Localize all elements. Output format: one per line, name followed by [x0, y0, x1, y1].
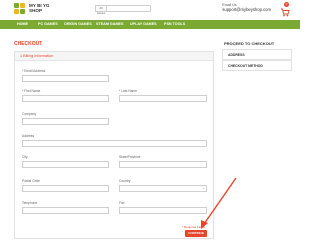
cart-count-badge: 0 — [284, 2, 289, 7]
site-logo[interactable]: MY BI YG SHOP — [14, 3, 60, 17]
nav-psn-tools[interactable]: PSN TOOLS — [164, 20, 185, 29]
email-contact: Email Us support@mybeyshop.com — [222, 3, 271, 12]
main-nav: HOME PC GAMES ORIGIN GAMES STEAM GAMES U… — [0, 20, 300, 29]
required-fields-note: * Required Fields — [182, 225, 206, 229]
email-value[interactable]: support@mybeyshop.com — [222, 7, 271, 12]
fax-label: Fax — [119, 201, 125, 205]
last-name-field[interactable] — [119, 95, 207, 102]
email-field-label: * Email Address — [22, 69, 46, 73]
city-field[interactable] — [22, 161, 109, 168]
country-select[interactable]: ⌄ — [119, 185, 207, 192]
sidebar-item-address[interactable]: ADDRESS — [222, 49, 292, 60]
telephone-field[interactable] — [22, 207, 109, 214]
page-title: CHECKOUT — [14, 41, 43, 47]
nav-home[interactable]: HOME — [17, 20, 28, 29]
state-label: State/Province — [119, 155, 141, 159]
telephone-label: Telephone — [22, 201, 38, 205]
country-label: Country — [119, 179, 131, 183]
logo-text: MY BI YG SHOP — [29, 3, 50, 13]
sidebar-item-label: ADDRESS — [228, 53, 245, 57]
sidebar-title: PROCEED TO CHECKOUT — [224, 41, 275, 46]
search-input[interactable] — [108, 6, 150, 11]
nav-pc-games[interactable]: PC GAMES — [38, 20, 58, 29]
first-name-label: * First Name — [22, 89, 41, 93]
search-bar: All Games — [95, 5, 151, 15]
sidebar-item-checkout-method[interactable]: CHECKOUT METHOD — [222, 60, 292, 71]
email-field[interactable] — [22, 75, 109, 82]
city-label: City — [22, 155, 28, 159]
site-header: MY BI YG SHOP All Games Email Us support… — [0, 0, 300, 20]
fax-field[interactable] — [119, 207, 207, 214]
chevron-down-icon: ⌄ — [202, 186, 205, 190]
postal-code-field[interactable] — [22, 185, 109, 192]
nav-steam-games[interactable]: STEAM GAMES — [96, 20, 123, 29]
logo-icon — [14, 3, 26, 15]
company-field[interactable] — [22, 118, 109, 125]
last-name-label: * Last Name — [119, 89, 138, 93]
first-name-field[interactable] — [22, 95, 109, 102]
continue-button[interactable]: CONTINUE — [185, 230, 207, 237]
nav-origin-games[interactable]: ORIGIN GAMES — [64, 20, 92, 29]
billing-section-title: 1 Billing Information — [20, 54, 54, 58]
sidebar-item-label: CHECKOUT METHOD — [228, 64, 263, 68]
nav-uplay-games[interactable]: UPLAY GAMES — [130, 20, 157, 29]
state-field[interactable] — [119, 161, 207, 168]
company-label: Company — [22, 112, 37, 116]
postal-code-label: Postal Code — [22, 179, 40, 183]
address-field[interactable] — [22, 140, 207, 147]
billing-form: 1 Billing Information * Email Address * … — [14, 51, 214, 239]
search-category-select[interactable]: All Games — [96, 6, 107, 15]
billing-section-header[interactable]: 1 Billing Information — [15, 52, 213, 61]
address-label: Address — [22, 134, 35, 138]
